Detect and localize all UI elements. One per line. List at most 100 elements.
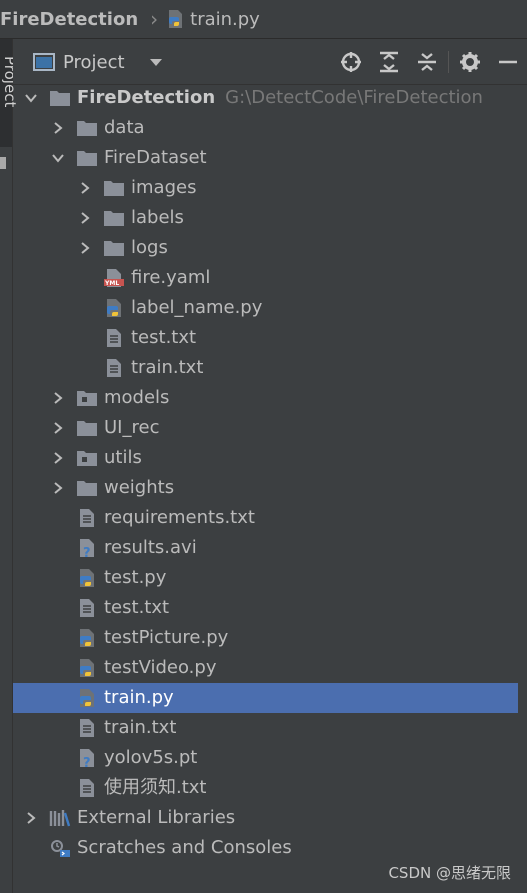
chevron-down-icon[interactable] bbox=[51, 151, 65, 165]
tree-root-row[interactable]: FireDetection G:\DetectCode\FireDetection bbox=[13, 83, 527, 113]
python-file-icon bbox=[80, 569, 94, 587]
gear-icon bbox=[460, 52, 480, 72]
external-libraries-row[interactable]: External Libraries bbox=[13, 803, 527, 833]
tree-item-label: UI_rec bbox=[104, 417, 160, 438]
tree-file-row[interactable]: label_name.py bbox=[13, 293, 527, 323]
breadcrumb-file-label: train.py bbox=[190, 8, 260, 30]
tree-item-label: test.txt bbox=[131, 327, 197, 348]
tree-item-label: labels bbox=[131, 207, 184, 228]
tree-file-row[interactable]: train.txt bbox=[13, 713, 527, 743]
project-tool-tab[interactable]: Project bbox=[0, 39, 19, 147]
tree-item-label: FireDataset bbox=[104, 147, 207, 168]
tree-folder-row[interactable]: weights bbox=[13, 473, 527, 503]
tree-item-label: External Libraries bbox=[77, 807, 236, 828]
locate-button[interactable] bbox=[332, 40, 370, 84]
tree-item-label: utils bbox=[104, 447, 142, 468]
python-file-icon bbox=[80, 689, 94, 707]
tree-folder-row[interactable]: labels bbox=[13, 203, 527, 233]
text-file-icon bbox=[80, 779, 94, 797]
tool-window-strip: Project bbox=[0, 39, 19, 893]
breadcrumb-file[interactable]: train.py bbox=[166, 9, 260, 30]
tree-folder-row[interactable]: data bbox=[13, 113, 527, 143]
chevron-down-icon[interactable] bbox=[149, 57, 163, 67]
chevron-right-icon[interactable] bbox=[51, 451, 65, 465]
package-folder-icon bbox=[77, 451, 97, 466]
unknown-file-icon: ? bbox=[80, 749, 94, 768]
folder-icon bbox=[104, 241, 124, 256]
text-file-icon bbox=[80, 509, 94, 527]
tree-root-label: FireDetection G:\DetectCode\FireDetection bbox=[77, 83, 483, 113]
tree-item-label: train.py bbox=[104, 687, 174, 708]
chevron-right-icon[interactable] bbox=[51, 121, 65, 135]
toolbar-divider bbox=[448, 51, 449, 73]
chevron-right-icon[interactable] bbox=[51, 391, 65, 405]
folder-icon bbox=[77, 121, 97, 136]
tree-item-label: requirements.txt bbox=[104, 507, 255, 528]
strip-marker bbox=[0, 157, 6, 169]
tree-file-row[interactable]: ? yolov5s.pt bbox=[13, 743, 527, 773]
svg-text:?: ? bbox=[83, 756, 91, 768]
project-view-title[interactable]: Project bbox=[63, 52, 125, 73]
tree-file-row[interactable]: testPicture.py bbox=[13, 623, 527, 653]
package-folder-icon bbox=[77, 391, 97, 406]
tree-file-row[interactable]: YML fire.yaml bbox=[13, 263, 527, 293]
tree-file-row[interactable]: train.txt bbox=[13, 353, 527, 383]
hide-panel-button[interactable] bbox=[489, 40, 527, 84]
chevron-right-icon[interactable] bbox=[78, 211, 92, 225]
tree-item-label: 使用须知.txt bbox=[104, 777, 207, 798]
tree-item-label: yolov5s.pt bbox=[104, 747, 198, 768]
tree-item-label: logs bbox=[131, 237, 168, 258]
panel-toolbar bbox=[332, 40, 527, 84]
tree-file-row[interactable]: test.txt bbox=[13, 323, 527, 353]
tree-file-row[interactable]: requirements.txt bbox=[13, 503, 527, 533]
tree-file-row[interactable]: testVideo.py bbox=[13, 653, 527, 683]
tree-file-row[interactable]: test.py bbox=[13, 563, 527, 593]
chevron-right-icon[interactable] bbox=[78, 241, 92, 255]
locate-icon bbox=[341, 52, 361, 72]
breadcrumb-project[interactable]: FireDetection bbox=[0, 9, 138, 30]
chevron-down-icon[interactable] bbox=[24, 91, 38, 105]
tree-folder-row[interactable]: UI_rec bbox=[13, 413, 527, 443]
tree-item-label: train.txt bbox=[131, 357, 204, 378]
tree-file-row[interactable]: 使用须知.txt bbox=[13, 773, 527, 803]
tree-folder-row[interactable]: logs bbox=[13, 233, 527, 263]
collapse-all-icon bbox=[418, 53, 436, 71]
folder-icon bbox=[77, 481, 97, 496]
project-name: FireDetection bbox=[77, 87, 216, 108]
folder-icon bbox=[104, 211, 124, 226]
tree-file-row[interactable]: test.txt bbox=[13, 593, 527, 623]
scratches-row[interactable]: Scratches and Consoles bbox=[13, 833, 527, 863]
folder-icon bbox=[77, 151, 97, 166]
svg-text:?: ? bbox=[83, 546, 91, 558]
text-file-icon bbox=[107, 359, 121, 377]
expand-all-button[interactable] bbox=[370, 40, 408, 84]
tree-item-label: data bbox=[104, 117, 145, 138]
tree-item-label: testPicture.py bbox=[104, 627, 229, 648]
tree-folder-row[interactable]: utils bbox=[13, 443, 527, 473]
chevron-right-icon[interactable] bbox=[24, 811, 38, 825]
chevron-right-icon[interactable] bbox=[78, 181, 92, 195]
minimize-icon bbox=[499, 60, 517, 64]
watermark: CSDN @思绪无限 bbox=[388, 864, 511, 882]
breadcrumb: FireDetection › train.py bbox=[0, 0, 527, 39]
tree-folder-row[interactable]: FireDataset bbox=[13, 143, 527, 173]
ide-window: FireDetection › train.py Project Project bbox=[0, 0, 527, 893]
tree-folder-row[interactable]: images bbox=[13, 173, 527, 203]
yaml-file-icon: YML bbox=[104, 269, 124, 287]
collapse-all-button[interactable] bbox=[408, 40, 446, 84]
chevron-right-icon[interactable] bbox=[51, 421, 65, 435]
tree-file-row[interactable]: ? results.avi bbox=[13, 533, 527, 563]
project-tree: FireDetection G:\DetectCode\FireDetection… bbox=[13, 83, 527, 863]
tree-item-label: images bbox=[131, 177, 197, 198]
svg-text:YML: YML bbox=[104, 280, 119, 287]
tree-file-row[interactable]: train.py bbox=[13, 683, 518, 713]
unknown-file-icon: ? bbox=[80, 539, 94, 558]
tree-item-label: models bbox=[104, 387, 170, 408]
tree-folder-row[interactable]: models bbox=[13, 383, 527, 413]
folder-icon bbox=[77, 421, 97, 436]
tree-item-label: test.txt bbox=[104, 597, 170, 618]
chevron-right-icon[interactable] bbox=[51, 481, 65, 495]
tree-item-label: test.py bbox=[104, 567, 167, 588]
tree-item-label: weights bbox=[104, 477, 175, 498]
settings-button[interactable] bbox=[451, 40, 489, 84]
